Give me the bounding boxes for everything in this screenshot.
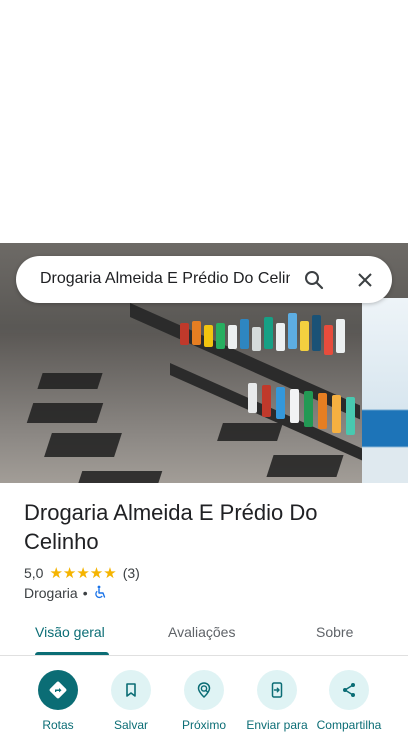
photo-product xyxy=(228,325,237,349)
place-title: Drogaria Almeida E Prédio Do Celinho xyxy=(24,500,318,554)
nearby-icon[interactable] xyxy=(184,670,224,710)
photo-product xyxy=(262,385,271,417)
close-icon[interactable] xyxy=(353,268,377,292)
photo-product xyxy=(346,397,355,435)
tab-overview[interactable]: Visão geral xyxy=(35,624,105,640)
photo-product xyxy=(216,323,225,349)
photo-product xyxy=(192,321,201,345)
rating-value: 5,0 xyxy=(24,565,44,581)
directions-button[interactable]: Rotas xyxy=(23,670,93,732)
photo-floor-tile xyxy=(37,373,103,389)
photo-product xyxy=(290,389,299,423)
place-category: Drogaria xyxy=(24,585,78,601)
photo-floor-tile xyxy=(266,455,344,477)
rating-row[interactable]: 5,0 ★★★★★ (3) xyxy=(24,563,140,583)
tab-about[interactable]: Sobre xyxy=(316,624,353,640)
photo-product xyxy=(324,325,333,355)
separator-dot: • xyxy=(82,585,88,601)
photo-product xyxy=(304,391,313,427)
photo-product xyxy=(276,387,285,419)
bookmark-icon[interactable] xyxy=(111,670,151,710)
photo-product xyxy=(204,325,213,347)
search-query[interactable]: Drogaria Almeida E Prédio Do Celinho xyxy=(40,270,290,290)
blank-map-area xyxy=(0,0,408,243)
photo-floor-tile xyxy=(44,433,122,457)
photo-product xyxy=(252,327,261,351)
tab-reviews[interactable]: Avaliações xyxy=(168,624,235,640)
photo-product xyxy=(264,317,273,349)
send-to-phone-label: Enviar para xyxy=(246,718,308,732)
nearby-button[interactable]: Próximo xyxy=(169,670,239,732)
search-icon[interactable] xyxy=(302,268,326,292)
save-label: Salvar xyxy=(113,718,148,732)
share-icon[interactable] xyxy=(329,670,369,710)
photo-product xyxy=(288,313,297,349)
directions-icon[interactable] xyxy=(38,670,78,710)
active-tab-indicator xyxy=(35,652,109,655)
category-row: Drogaria • xyxy=(24,584,107,602)
wheelchair-accessible-icon xyxy=(93,585,107,602)
photo-product xyxy=(240,319,249,349)
directions-label: Rotas xyxy=(42,718,74,732)
search-bar[interactable]: Drogaria Almeida E Prédio Do Celinho xyxy=(16,256,392,303)
photo-poster xyxy=(362,298,408,483)
tab-bar: Visão geral Avaliações Sobre xyxy=(0,612,408,656)
photo-product xyxy=(318,393,327,429)
photo-product xyxy=(312,315,321,351)
photo-product xyxy=(300,321,309,351)
photo-floor-tile xyxy=(26,403,104,423)
star-rating: ★★★★★ xyxy=(49,565,117,582)
photo-product xyxy=(336,319,345,353)
photo-product xyxy=(248,383,257,413)
share-label: Compartilha xyxy=(316,718,382,732)
send-to-phone-button[interactable]: Enviar para xyxy=(242,670,312,732)
photo-floor-tile xyxy=(217,423,283,441)
share-button[interactable]: Compartilha xyxy=(314,670,384,732)
nearby-label: Próximo xyxy=(181,718,226,732)
photo-floor-tile xyxy=(77,471,163,483)
photo-product xyxy=(276,323,285,351)
save-button[interactable]: Salvar xyxy=(96,670,166,732)
send-to-phone-icon[interactable] xyxy=(257,670,297,710)
photo-product xyxy=(332,395,341,433)
photo-product xyxy=(180,323,189,345)
review-count[interactable]: (3) xyxy=(123,565,140,581)
